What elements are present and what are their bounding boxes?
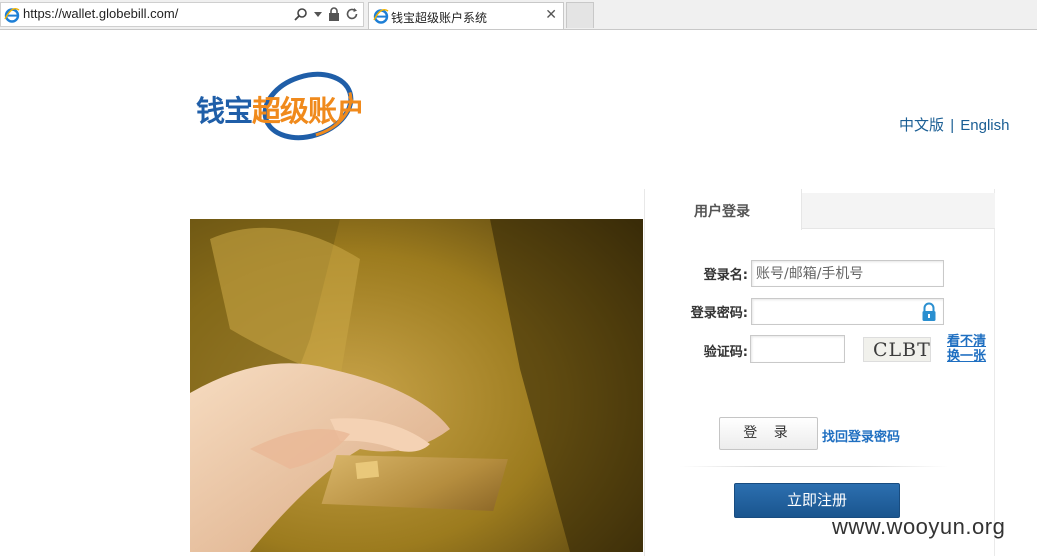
password-label: 登录密码: — [690, 306, 748, 321]
lang-chinese-link[interactable]: 中文版 — [899, 117, 944, 134]
tab-title: 钱宝超级账户系统 — [391, 11, 488, 25]
divider — [680, 466, 948, 467]
lock-icon[interactable] — [328, 6, 340, 25]
forgot-password-link[interactable]: 找回登录密码 — [822, 426, 900, 445]
address-bar[interactable]: https://wallet.globebill.com/ — [0, 2, 364, 27]
search-icon[interactable] — [294, 6, 308, 25]
username-label: 登录名: — [703, 268, 748, 283]
username-input[interactable] — [752, 261, 943, 286]
username-field[interactable] — [751, 260, 944, 287]
captcha-refresh-line2[interactable]: 换一张 — [947, 349, 986, 364]
login-tabs: 用户登录 — [645, 189, 995, 230]
refresh-icon[interactable] — [346, 6, 359, 25]
password-field[interactable] — [751, 298, 944, 325]
hero-image — [190, 219, 643, 552]
captcha-image[interactable]: CLBT — [863, 337, 931, 362]
url-text[interactable]: https://wallet.globebill.com/ — [23, 6, 178, 21]
password-input[interactable] — [752, 299, 943, 324]
captcha-refresh-link[interactable]: 看不清 换一张 — [947, 334, 986, 364]
captcha-input[interactable] — [751, 336, 844, 362]
captcha-label: 验证码: — [703, 345, 748, 360]
lang-english-link[interactable]: English — [960, 117, 1009, 134]
captcha-text: CLBT — [873, 339, 931, 361]
dropdown-icon[interactable] — [314, 6, 322, 25]
tab-user-login[interactable]: 用户登录 — [645, 189, 802, 230]
register-button[interactable]: 立即注册 — [734, 483, 900, 518]
ie-icon — [4, 7, 20, 27]
captcha-field[interactable] — [750, 335, 845, 363]
site-logo[interactable]: 钱宝超级账户 — [190, 70, 415, 142]
browser-chrome: https://wallet.globebill.com/ 钱宝超级账户系统 ✕ — [0, 0, 1037, 30]
login-button[interactable]: 登 录 — [719, 417, 818, 450]
lang-separator: | — [950, 117, 955, 134]
close-tab-icon[interactable]: ✕ — [545, 7, 557, 23]
hand-holding-card-image — [190, 219, 643, 552]
watermark: www.wooyun.org — [832, 514, 1006, 539]
address-tools — [294, 6, 359, 25]
captcha-refresh-line1[interactable]: 看不清 — [947, 334, 986, 349]
ie-icon — [373, 8, 389, 28]
browser-tab[interactable]: 钱宝超级账户系统 ✕ — [368, 2, 564, 29]
lock-icon — [921, 302, 937, 326]
tab-user-login-label: 用户登录 — [694, 204, 750, 220]
language-switcher: 中文版 | English — [899, 114, 1009, 135]
logo-text: 钱宝超级账户 — [196, 94, 365, 128]
new-tab-button[interactable] — [566, 2, 594, 28]
